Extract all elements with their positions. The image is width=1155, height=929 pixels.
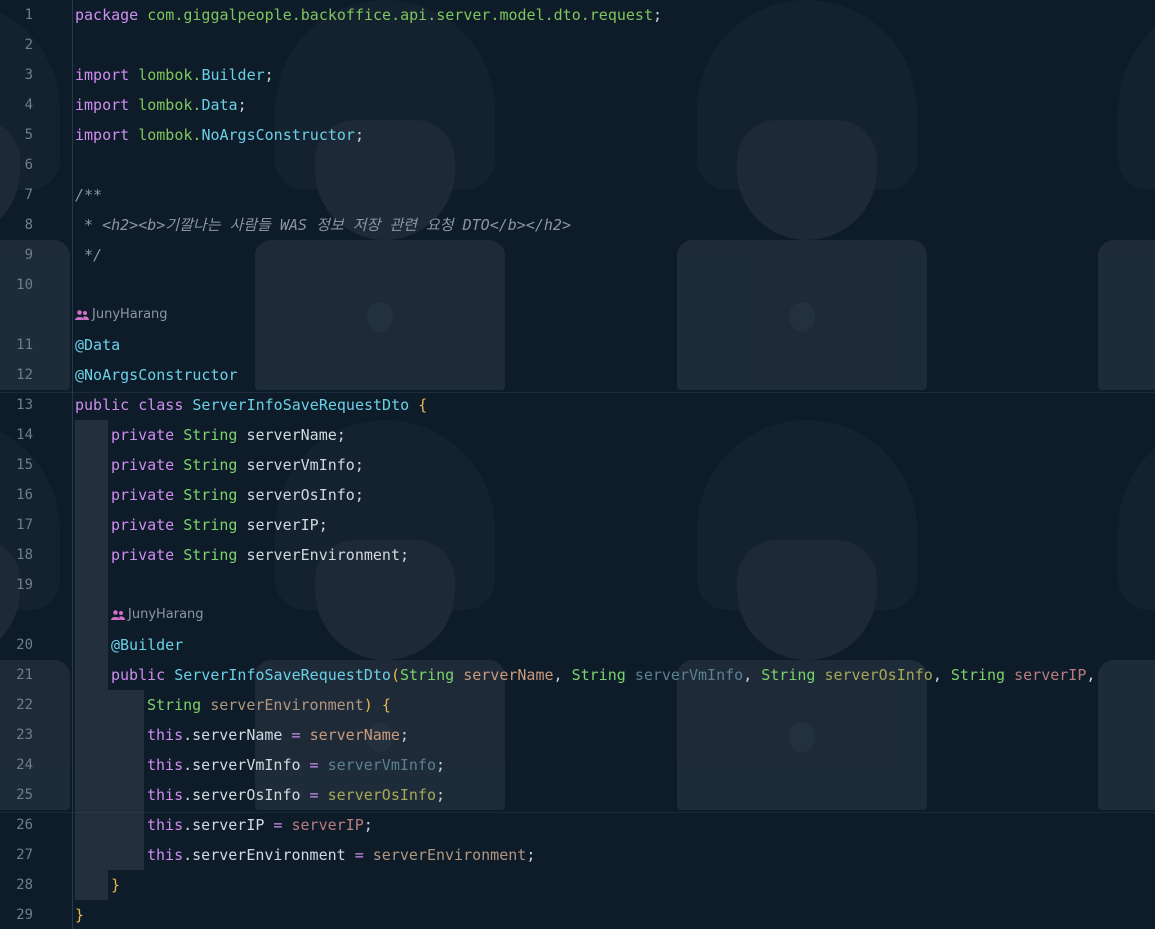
line-number: 28 (16, 877, 33, 893)
javadoc-comment[interactable]: * <h2><b>기깔나는 사람들 WAS 정보 저장 관련 요청 DTO</b… (75, 210, 571, 240)
line-number: 11 (16, 337, 33, 353)
line-number: 1 (24, 7, 33, 23)
line-number: 21 (16, 667, 33, 683)
author-hint[interactable]: JunyHarang (75, 300, 168, 330)
annotation[interactable]: @Data (75, 330, 120, 360)
line-number: 17 (16, 517, 33, 533)
line-number: 15 (16, 457, 33, 473)
line-number: 20 (16, 637, 33, 653)
javadoc-comment[interactable]: */ (75, 240, 102, 270)
line-number: 25 (16, 787, 33, 803)
line-number-gutter[interactable]: 1 2 3 4 5 6 7 8 9 10 11 12 13 14 15 16 1… (0, 0, 72, 929)
code-line[interactable]: import lombok.NoArgsConstructor; (75, 120, 364, 150)
line-number: 10 (16, 277, 33, 293)
line-number: 16 (16, 487, 33, 503)
line-number: 4 (24, 97, 33, 113)
annotation[interactable]: @Builder (111, 630, 183, 660)
line-number: 8 (24, 217, 33, 233)
author-name: JunyHarang (92, 307, 168, 322)
constructor-signature[interactable]: public ServerInfoSaveRequestDto(String s… (111, 660, 1095, 690)
field-line[interactable]: private String serverVmInfo; (111, 450, 364, 480)
assignment-line[interactable]: this.serverVmInfo = serverVmInfo; (147, 750, 445, 780)
line-number: 14 (16, 427, 33, 443)
field-line[interactable]: private String serverEnvironment; (111, 540, 409, 570)
assignment-line[interactable]: this.serverIP = serverIP; (147, 810, 373, 840)
code-line[interactable]: package com.giggalpeople.backoffice.api.… (75, 0, 662, 30)
code-line[interactable]: import lombok.Builder; (75, 60, 274, 90)
line-number: 13 (16, 397, 33, 413)
assignment-line[interactable]: this.serverOsInfo = serverOsInfo; (147, 780, 445, 810)
indent-guide (75, 420, 108, 900)
field-line[interactable]: private String serverName; (111, 420, 346, 450)
gutter-separator (72, 0, 73, 929)
line-number: 2 (24, 37, 33, 53)
closing-brace[interactable]: } (75, 900, 84, 929)
line-number: 3 (24, 67, 33, 83)
code-line[interactable]: import lombok.Data; (75, 90, 247, 120)
field-line[interactable]: private String serverIP; (111, 510, 328, 540)
line-number: 29 (16, 907, 33, 923)
people-icon (75, 310, 89, 320)
code-editor[interactable]: 1 2 3 4 5 6 7 8 9 10 11 12 13 14 15 16 1… (0, 0, 1155, 929)
author-name: JunyHarang (128, 607, 204, 622)
assignment-line[interactable]: this.serverEnvironment = serverEnvironme… (147, 840, 535, 870)
line-number: 6 (24, 157, 33, 173)
annotation[interactable]: @NoArgsConstructor (75, 360, 238, 390)
author-hint[interactable]: JunyHarang (111, 600, 204, 630)
line-number: 27 (16, 847, 33, 863)
line-number: 24 (16, 757, 33, 773)
closing-brace[interactable]: } (111, 870, 120, 900)
javadoc-comment[interactable]: /** (75, 180, 102, 210)
code-area[interactable]: package com.giggalpeople.backoffice.api.… (75, 0, 1155, 929)
assignment-line[interactable]: this.serverName = serverName; (147, 720, 409, 750)
line-number: 19 (16, 577, 33, 593)
field-line[interactable]: private String serverOsInfo; (111, 480, 364, 510)
line-number: 18 (16, 547, 33, 563)
line-number: 5 (24, 127, 33, 143)
code-line[interactable]: public class ServerInfoSaveRequestDto { (75, 390, 427, 420)
indent-guide (108, 690, 144, 870)
line-number: 12 (16, 367, 33, 383)
constructor-signature[interactable]: String serverEnvironment) { (147, 690, 391, 720)
line-number: 7 (24, 187, 33, 203)
line-number: 9 (24, 247, 33, 263)
line-number: 23 (16, 727, 33, 743)
people-icon (111, 610, 125, 620)
line-number: 22 (16, 697, 33, 713)
line-number: 26 (16, 817, 33, 833)
